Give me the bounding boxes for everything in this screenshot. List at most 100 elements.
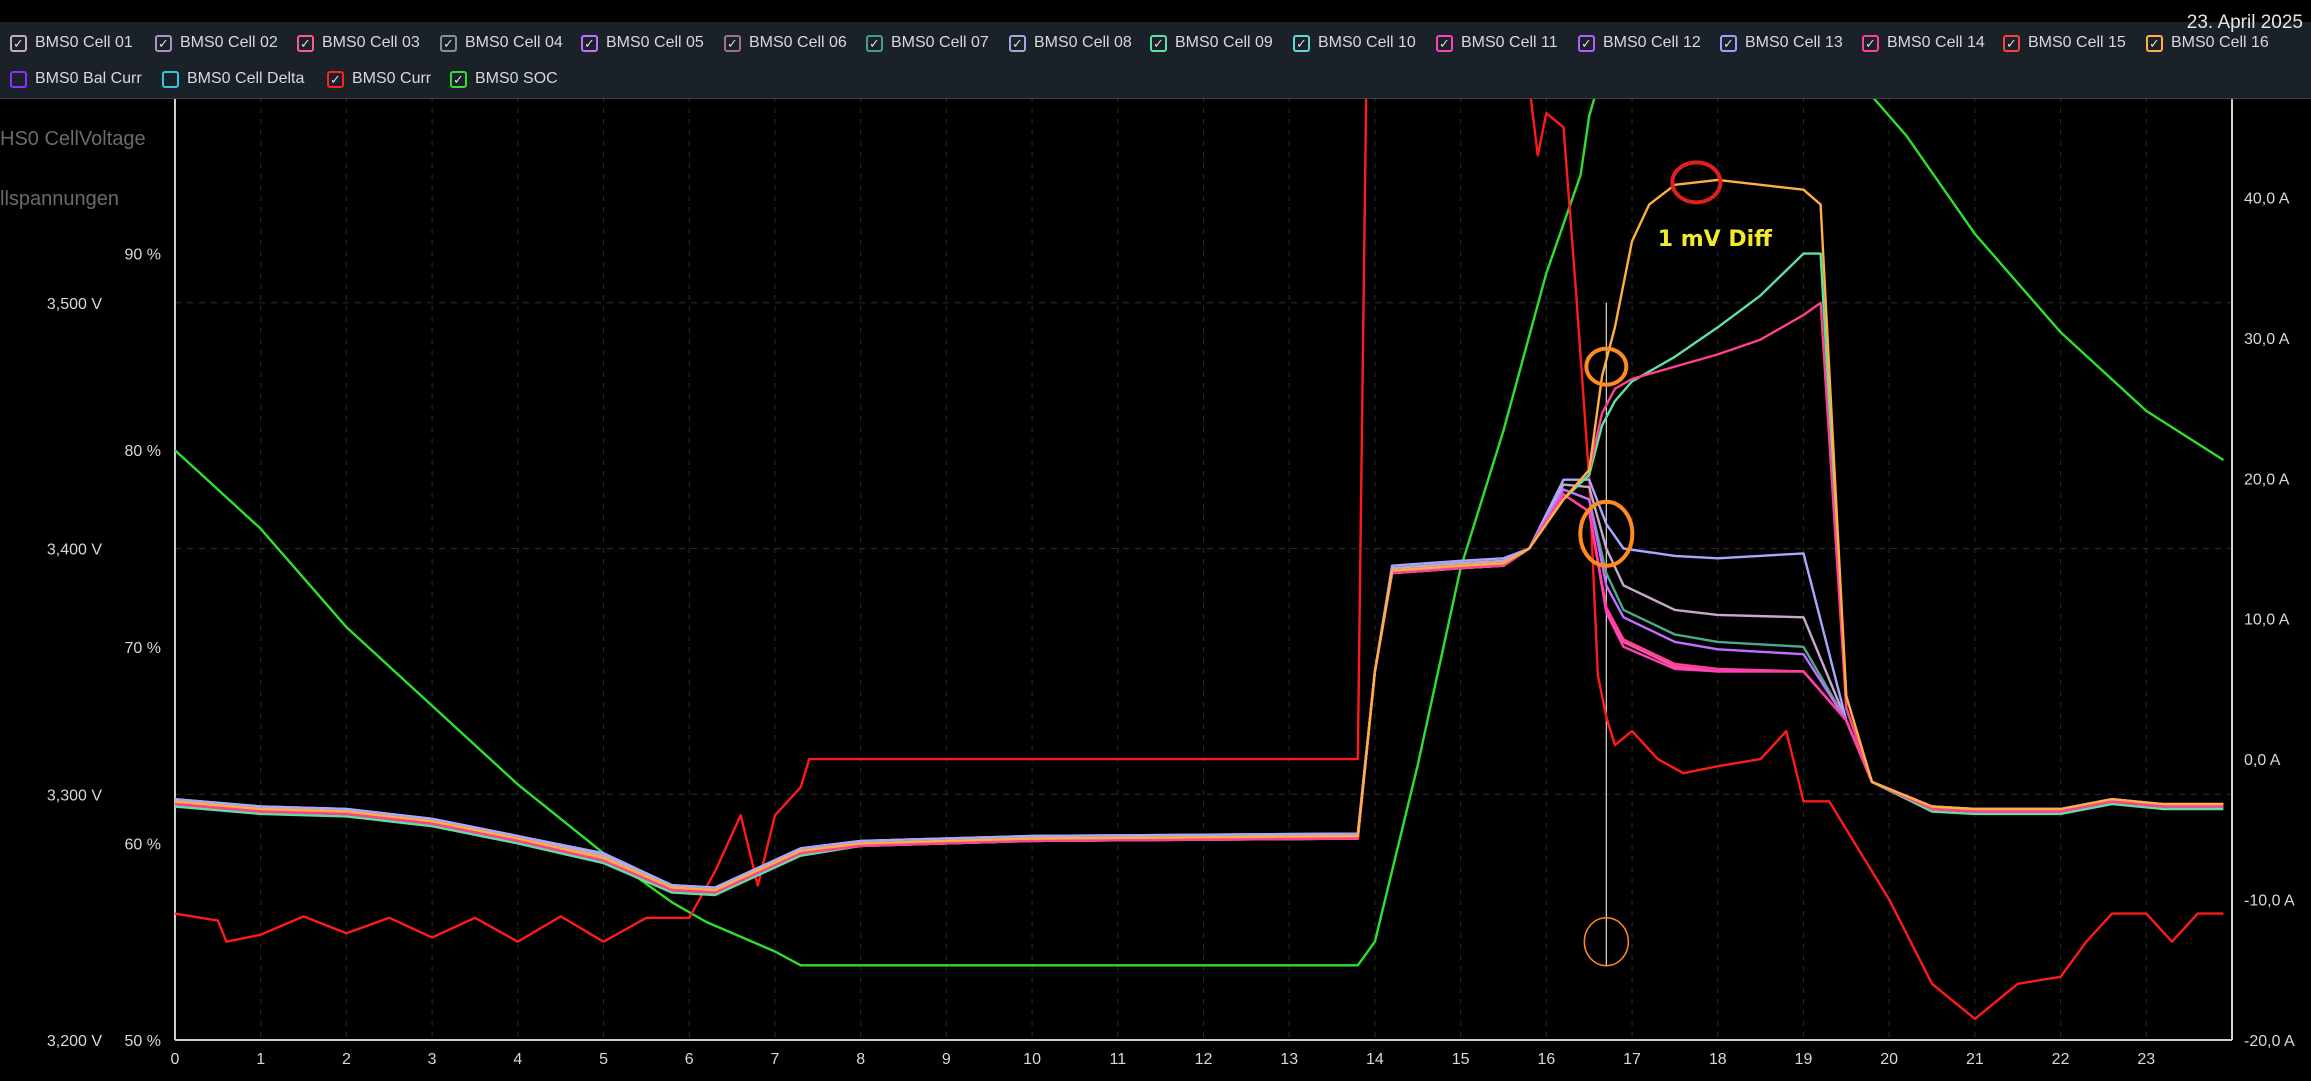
x-tick-label: 8: [856, 1051, 865, 1068]
checkbox-checked-icon[interactable]: ✓: [2003, 34, 2020, 52]
legend-label: BMS0 Cell 14: [1887, 34, 1985, 51]
legend-item[interactable]: ✓ BMS0 Cell 04: [440, 31, 563, 55]
legend-item[interactable]: ✓ BMS0 Cell 15: [2003, 31, 2126, 55]
checkbox-checked-icon[interactable]: ✓: [10, 34, 27, 52]
x-tick-label: 15: [1452, 1051, 1470, 1068]
x-tick-label: 20: [1880, 1051, 1898, 1068]
voltage-tick-label: 3,300 V: [47, 787, 102, 804]
x-tick-label: 21: [1966, 1051, 1984, 1068]
legend-item[interactable]: ✓ BMS0 Cell 06: [724, 31, 847, 55]
current-tick-label: -20,0 A: [2244, 1033, 2295, 1050]
legend-item[interactable]: ✓ BMS0 Cell 05: [581, 31, 704, 55]
legend-item[interactable]: ✓ BMS0 Cell 09: [1150, 31, 1273, 55]
current-tick-label: 10,0 A: [2244, 612, 2290, 629]
annotation-text: 1 mV Diff: [1658, 227, 1773, 252]
current-tick-label: 40,0 A: [2244, 190, 2290, 207]
x-tick-label: 14: [1366, 1051, 1384, 1068]
legend-item[interactable]: ✓ BMS0 Cell 16: [2146, 31, 2269, 55]
legend-bar: ✓ BMS0 Cell 01 ✓ BMS0 Cell 02 ✓ BMS0 Cell 03 ✓…: [0, 22, 2311, 99]
legend-label: BMS0 Cell Delta: [187, 70, 305, 87]
legend-label: BMS0 Cell 16: [2171, 34, 2269, 51]
legend-label: BMS0 Cell 02: [180, 34, 278, 51]
x-tick-label: 4: [513, 1051, 522, 1068]
checkbox-checked-icon[interactable]: ✓: [866, 34, 883, 52]
checkbox-checked-icon[interactable]: ✓: [450, 70, 467, 88]
checkbox-unchecked-icon[interactable]: [162, 70, 179, 88]
checkbox-checked-icon[interactable]: ✓: [1862, 34, 1879, 52]
x-tick-label: 18: [1709, 1051, 1727, 1068]
legend-item[interactable]: ✓ BMS0 Cell 11: [1436, 31, 1558, 55]
voltage-tick-label: 3,500 V: [47, 296, 102, 313]
legend-item[interactable]: BMS0 Cell Delta: [162, 67, 304, 91]
series-line-bms0-cell-13: [174, 478, 2224, 889]
x-tick-label: 11: [1109, 1051, 1126, 1068]
legend-label: BMS0 Cell 11: [1461, 34, 1558, 51]
x-tick-label: 7: [771, 1051, 780, 1068]
legend-label: BMS0 Cell 09: [1175, 34, 1273, 51]
voltage-tick-label: 3,400 V: [47, 542, 102, 559]
legend-item[interactable]: ✓ BMS0 Curr: [327, 67, 431, 91]
x-tick-label: 13: [1280, 1051, 1298, 1068]
checkbox-checked-icon[interactable]: ✓: [297, 34, 314, 52]
legend-item[interactable]: ✓ BMS0 Cell 02: [155, 31, 278, 55]
ghost-panel-title: HS0 CellVoltage: [0, 128, 146, 150]
x-tick-label: 16: [1537, 1051, 1555, 1068]
checkbox-unchecked-icon[interactable]: [10, 70, 27, 88]
x-tick-label: 19: [1795, 1051, 1813, 1068]
checkbox-checked-icon[interactable]: ✓: [1150, 34, 1167, 52]
legend-item[interactable]: ✓ BMS0 SOC: [450, 67, 558, 91]
legend-label: BMS0 Cell 01: [35, 34, 133, 51]
current-tick-label: 30,0 A: [2244, 331, 2290, 348]
legend-item[interactable]: ✓ BMS0 Cell 10: [1293, 31, 1416, 55]
x-tick-label: 10: [1023, 1051, 1041, 1068]
legend-item[interactable]: ✓ BMS0 Cell 13: [1720, 31, 1843, 55]
current-tick-label: 20,0 A: [2244, 471, 2290, 488]
legend-item[interactable]: ✓ BMS0 Cell 07: [866, 31, 989, 55]
legend-item[interactable]: BMS0 Bal Curr: [10, 67, 142, 91]
legend-item[interactable]: ✓ BMS0 Cell 14: [1862, 31, 1985, 55]
checkbox-checked-icon[interactable]: ✓: [1578, 34, 1595, 52]
legend-label: BMS0 Cell 08: [1034, 34, 1132, 51]
x-tick-label: 0: [171, 1051, 180, 1068]
checkbox-checked-icon[interactable]: ✓: [724, 34, 741, 52]
soc-tick-label: 70 %: [125, 640, 161, 657]
current-tick-label: -10,0 A: [2244, 893, 2295, 910]
chart-plot[interactable]: 0 1 2 3 4 5 6 7 8 9 10 11 12 13 14 15 16 17 18 19 20 21 22 233,…: [0, 0, 2311, 1081]
x-tick-label: 1: [256, 1051, 265, 1068]
checkbox-checked-icon[interactable]: ✓: [1436, 34, 1453, 52]
checkbox-checked-icon[interactable]: ✓: [440, 34, 457, 52]
legend-label: BMS0 Cell 03: [322, 34, 420, 51]
legend-label: BMS0 Cell 05: [606, 34, 704, 51]
legend-item[interactable]: ✓ BMS0 Cell 12: [1578, 31, 1701, 55]
series-line-bms0-cell-01: [174, 483, 2224, 889]
legend-item[interactable]: ✓ BMS0 Cell 01: [10, 31, 133, 55]
x-tick-label: 9: [942, 1051, 951, 1068]
legend-label: BMS0 Cell 04: [465, 34, 563, 51]
x-tick-label: 5: [599, 1051, 608, 1068]
date-label: 23. April 2025: [2186, 12, 2303, 33]
voltage-tick-label: 3,200 V: [47, 1033, 102, 1050]
checkbox-checked-icon[interactable]: ✓: [581, 34, 598, 52]
checkbox-checked-icon[interactable]: ✓: [2146, 34, 2163, 52]
x-tick-label: 3: [428, 1051, 437, 1068]
current-tick-label: 0,0 A: [2244, 752, 2281, 769]
x-tick-label: 12: [1195, 1051, 1213, 1068]
checkbox-checked-icon[interactable]: ✓: [155, 34, 172, 52]
soc-tick-label: 60 %: [125, 836, 161, 853]
checkbox-checked-icon[interactable]: ✓: [327, 70, 344, 88]
legend-item[interactable]: ✓ BMS0 Cell 03: [297, 31, 420, 55]
legend-label: BMS0 Cell 12: [1603, 34, 1701, 51]
soc-tick-label: 50 %: [125, 1033, 161, 1050]
chart-screen: 0 1 2 3 4 5 6 7 8 9 10 11 12 13 14 15 16 17 18 19 20 21 22 23 3,…: [0, 0, 2311, 1081]
x-tick-label: 22: [2052, 1051, 2070, 1068]
legend-label: BMS0 Cell 13: [1745, 34, 1843, 51]
checkbox-checked-icon[interactable]: ✓: [1009, 34, 1026, 52]
soc-tick-label: 90 %: [125, 247, 161, 264]
ghost-panel-subtitle: llspannungen: [0, 188, 119, 210]
checkbox-checked-icon[interactable]: ✓: [1293, 34, 1310, 52]
checkbox-checked-icon[interactable]: ✓: [1720, 34, 1737, 52]
x-tick-label: 23: [2137, 1051, 2155, 1068]
legend-label: BMS0 Curr: [352, 70, 432, 87]
x-tick-label: 6: [685, 1051, 694, 1068]
legend-item[interactable]: ✓ BMS0 Cell 08: [1009, 31, 1132, 55]
